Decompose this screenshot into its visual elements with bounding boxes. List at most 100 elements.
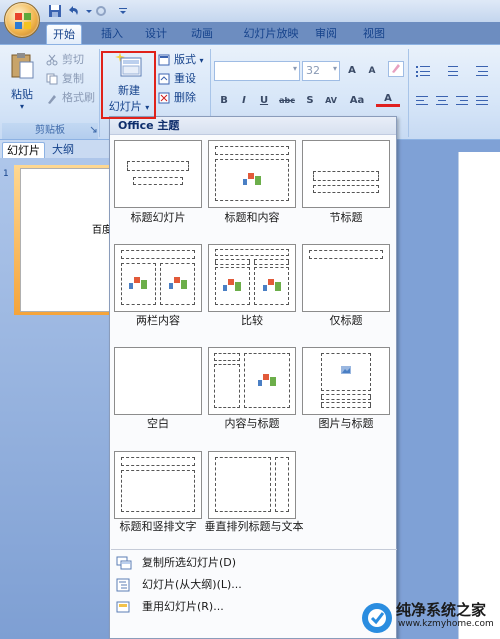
office-button[interactable]: [4, 2, 40, 38]
content-placeholder-icons: [223, 279, 241, 291]
customize-qat-icon[interactable]: [116, 4, 130, 18]
grow-font-button[interactable]: A: [344, 63, 360, 79]
layout-two-content[interactable]: [114, 244, 202, 312]
character-spacing-button[interactable]: AV: [320, 93, 342, 109]
slides-from-outline-item[interactable]: 幻灯片(从大纲)(L)...: [110, 575, 396, 595]
gallery-separator: [111, 549, 397, 550]
tab-slide-show[interactable]: 幻灯片放映: [236, 24, 306, 44]
paste-dropdown-icon[interactable]: ▾: [6, 102, 38, 111]
pane-tabs: 幻灯片 大纲: [0, 140, 110, 158]
font-color-label: A: [384, 93, 392, 104]
font-size-dropdown-icon[interactable]: ▾: [333, 64, 337, 73]
tab-insert[interactable]: 插入: [94, 24, 130, 44]
change-case-button[interactable]: Aa: [346, 93, 368, 109]
delete-icon: [158, 92, 170, 104]
tab-slides[interactable]: 幻灯片: [2, 142, 45, 158]
layout-label-title-and-vertical-text: 标题和竖排文字: [119, 520, 197, 533]
layout-icon: [158, 54, 170, 66]
new-slide-highlight-box: [101, 51, 156, 119]
reset-button[interactable]: 重设: [156, 70, 196, 88]
delete-slide-button[interactable]: 删除: [156, 89, 196, 107]
paste-icon: [11, 53, 34, 79]
shrink-font-button[interactable]: A: [364, 63, 380, 79]
reuse-slides-item[interactable]: 重用幻灯片(R)...: [110, 597, 396, 617]
gallery-header: Office 主题: [110, 117, 396, 135]
slide-thumbnail[interactable]: [20, 168, 112, 312]
dialog-launcher-icon[interactable]: [90, 126, 97, 133]
tab-view[interactable]: 视图: [356, 24, 392, 44]
layout-label-two-content: 两栏内容: [136, 314, 180, 327]
shadow-label: S: [306, 95, 314, 106]
format-painter-button[interactable]: 格式刷: [44, 89, 95, 107]
paste-label: 粘贴: [11, 88, 33, 101]
cut-button[interactable]: 剪切: [44, 51, 84, 69]
main-slide-canvas[interactable]: [458, 152, 500, 639]
layout-dropdown-icon: ▾: [199, 56, 204, 65]
bold-label: B: [220, 95, 228, 106]
layout-label-title-and-content: 标题和内容: [224, 211, 280, 224]
copy-label: 复制: [62, 72, 84, 85]
layout-label-comparison: 比较: [241, 314, 263, 327]
quick-access-toolbar: [0, 0, 500, 22]
font-size-value: 32: [306, 64, 320, 77]
layout-title-and-content[interactable]: [208, 140, 296, 208]
font-family-box[interactable]: ▾: [214, 61, 300, 81]
watermark-logo-icon: [362, 603, 392, 633]
font-color-button[interactable]: A: [376, 91, 400, 107]
layout-vertical-title-and-text[interactable]: [208, 451, 296, 519]
layout-title-slide[interactable]: [114, 140, 202, 208]
layout-comparison[interactable]: [208, 244, 296, 312]
list-buttons-icon[interactable]: [414, 63, 494, 79]
delete-label: 删除: [174, 91, 196, 104]
strikethrough-button[interactable]: abc: [276, 93, 298, 109]
redo-icon[interactable]: [94, 4, 108, 18]
layout-title-and-vertical-text[interactable]: [114, 451, 202, 519]
duplicate-selected-slides-item[interactable]: 复制所选幻灯片(D): [110, 553, 396, 573]
tab-review[interactable]: 审阅: [308, 24, 344, 44]
bold-button[interactable]: B: [216, 93, 232, 109]
picture-placeholder-icon: [341, 366, 351, 374]
layout-picture-with-caption[interactable]: [302, 347, 390, 415]
layout-label-vertical-title-and-text: 垂直排列标题与文本: [204, 520, 304, 533]
font-size-box[interactable]: 32 ▾: [302, 61, 340, 81]
layout-label-section-header: 节标题: [329, 211, 363, 224]
content-placeholder-icons: [129, 277, 147, 289]
clear-formatting-button[interactable]: [388, 61, 404, 77]
content-placeholder-icons: [263, 279, 281, 291]
office-logo-icon: [15, 13, 31, 29]
italic-button[interactable]: I: [236, 93, 252, 109]
align-buttons-icon[interactable]: [414, 93, 498, 109]
layout-blank[interactable]: [114, 347, 202, 415]
duplicate-selected-slides-label: 复制所选幻灯片(D): [142, 556, 237, 569]
layout-label-content-with-caption: 内容与标题: [224, 417, 280, 430]
shrink-font-label: A: [368, 66, 376, 76]
tab-home[interactable]: 开始: [46, 24, 82, 44]
reuse-slides-label: 重用幻灯片(R)...: [142, 600, 224, 613]
format-painter-label: 格式刷: [62, 91, 95, 104]
layout-label: 版式: [174, 53, 196, 66]
font-family-dropdown-icon[interactable]: ▾: [293, 64, 297, 73]
copy-button[interactable]: 复制: [44, 70, 84, 88]
layout-label-title-only: 仅标题: [329, 314, 363, 327]
layout-content-with-caption[interactable]: [208, 347, 296, 415]
slides-from-outline-label: 幻灯片(从大纲)(L)...: [142, 578, 242, 591]
tab-animations[interactable]: 动画: [184, 24, 220, 44]
content-placeholder-icons: [169, 277, 187, 289]
layout-button[interactable]: 版式 ▾: [156, 51, 204, 69]
content-placeholder-icons: [258, 374, 276, 386]
tab-outline[interactable]: 大纲: [48, 142, 78, 158]
tab-design[interactable]: 设计: [138, 24, 174, 44]
change-case-label: Aa: [349, 95, 365, 106]
layout-label-title-slide: 标题幻灯片: [130, 211, 186, 224]
paste-button[interactable]: 粘贴 ▾: [6, 51, 38, 119]
clear-formatting-icon: [392, 64, 400, 73]
layout-title-only[interactable]: [302, 244, 390, 312]
save-icon[interactable]: [48, 4, 62, 18]
underline-label: U: [259, 95, 269, 106]
layout-label-picture-with-caption: 图片与标题: [318, 417, 374, 430]
layout-section-header[interactable]: [302, 140, 390, 208]
character-spacing-label: AV: [325, 96, 337, 105]
shadow-button[interactable]: S: [302, 93, 318, 109]
underline-button[interactable]: U: [256, 93, 272, 109]
undo-icon[interactable]: [66, 4, 80, 18]
